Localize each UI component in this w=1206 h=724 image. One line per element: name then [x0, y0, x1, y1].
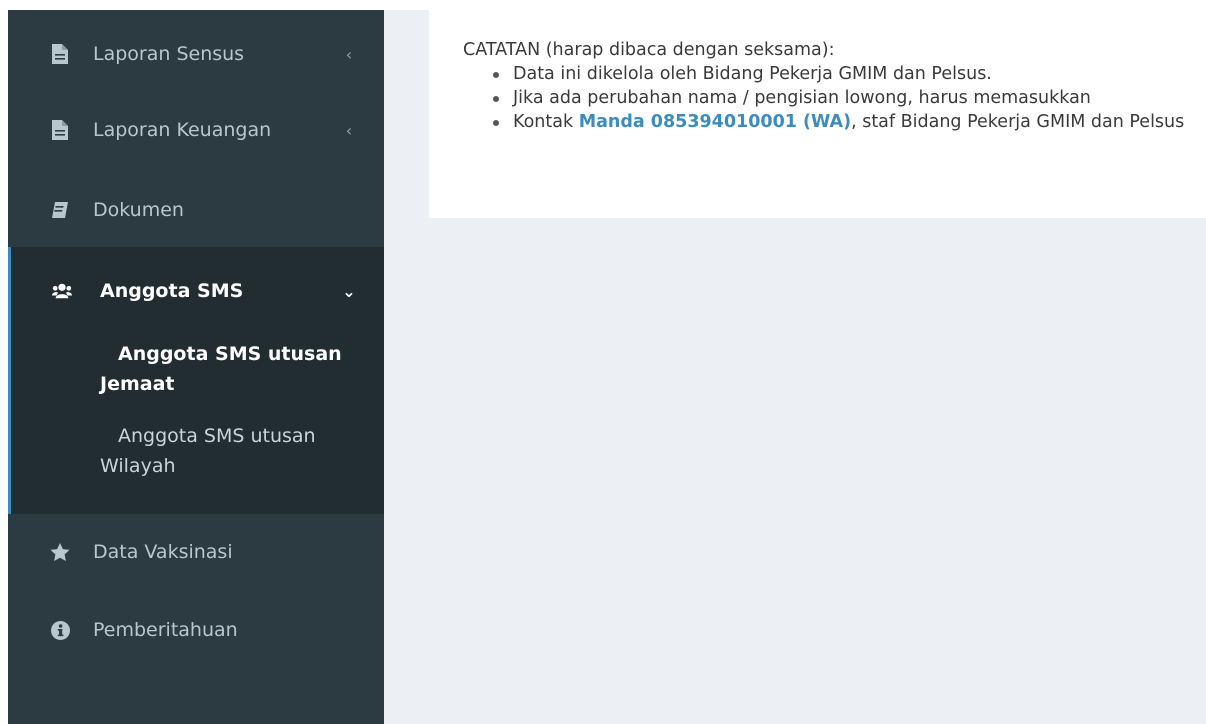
sidebar-item-anggota-sms[interactable]: Anggota SMS ⌄ — [8, 267, 384, 315]
file-icon — [50, 119, 70, 141]
contact-link[interactable]: Manda 085394010001 (WA) — [579, 112, 851, 132]
sidebar-item-label: Laporan Keuangan — [93, 119, 272, 141]
submenu-item-label: Anggota SMS utusan — [118, 425, 316, 447]
sidebar-active-group: Anggota SMS ⌄ Anggota SMS utusan Jemaat … — [8, 247, 384, 514]
list-item: Jika ada perubahan nama / pengisian lowo… — [493, 86, 1206, 110]
chevron-left-icon: ‹ — [345, 120, 353, 140]
book-icon — [50, 199, 70, 221]
chevron-down-icon: ⌄ — [342, 281, 356, 301]
sidebar-item-label: Pemberitahuan — [93, 619, 238, 641]
sidebar-item-pemberitahuan[interactable]: Pemberitahuan — [8, 606, 384, 654]
submenu-item-utusan-jemaat[interactable]: Anggota SMS utusan Jemaat — [100, 339, 380, 399]
users-icon — [52, 280, 72, 302]
submenu-item-label: Wilayah — [100, 455, 176, 477]
sidebar-item-label: Data Vaksinasi — [93, 541, 233, 563]
star-icon — [50, 541, 70, 563]
contact-prefix: Kontak — [513, 112, 579, 132]
sidebar-item-dokumen[interactable]: Dokumen — [8, 186, 384, 234]
chevron-left-icon: ‹ — [345, 44, 353, 64]
sidebar-item-laporan-keuangan[interactable]: Laporan Keuangan ‹ — [8, 106, 384, 154]
sidebar-item-label: Anggota SMS — [100, 280, 244, 302]
submenu-item-utusan-wilayah[interactable]: Anggota SMS utusan Wilayah — [100, 421, 380, 481]
contact-suffix: , staf Bidang Pekerja GMIM dan Pelsus — [851, 112, 1185, 132]
note-box: CATATAN (harap dibaca dengan seksama): D… — [429, 10, 1206, 218]
submenu-item-label: Jemaat — [100, 373, 175, 395]
submenu-item-label: Anggota SMS utusan — [118, 343, 342, 365]
sidebar-item-label: Dokumen — [93, 199, 184, 221]
sidebar-item-data-vaksinasi[interactable]: Data Vaksinasi — [8, 528, 384, 576]
sidebar-item-laporan-sensus[interactable]: Laporan Sensus ‹ — [8, 30, 384, 78]
info-icon — [50, 619, 70, 641]
list-item: Data ini dikelola oleh Bidang Pekerja GM… — [493, 62, 1206, 86]
sidebar: Laporan Sensus ‹ Laporan Keuangan ‹ Doku… — [8, 10, 384, 724]
file-icon — [50, 43, 70, 65]
note: CATATAN (harap dibaca dengan seksama): D… — [463, 38, 1206, 134]
note-list: Data ini dikelola oleh Bidang Pekerja GM… — [463, 62, 1206, 134]
list-item: Kontak Manda 085394010001 (WA), staf Bid… — [493, 110, 1206, 134]
note-title: CATATAN (harap dibaca dengan seksama): — [463, 40, 835, 60]
sidebar-item-label: Laporan Sensus — [93, 43, 245, 65]
